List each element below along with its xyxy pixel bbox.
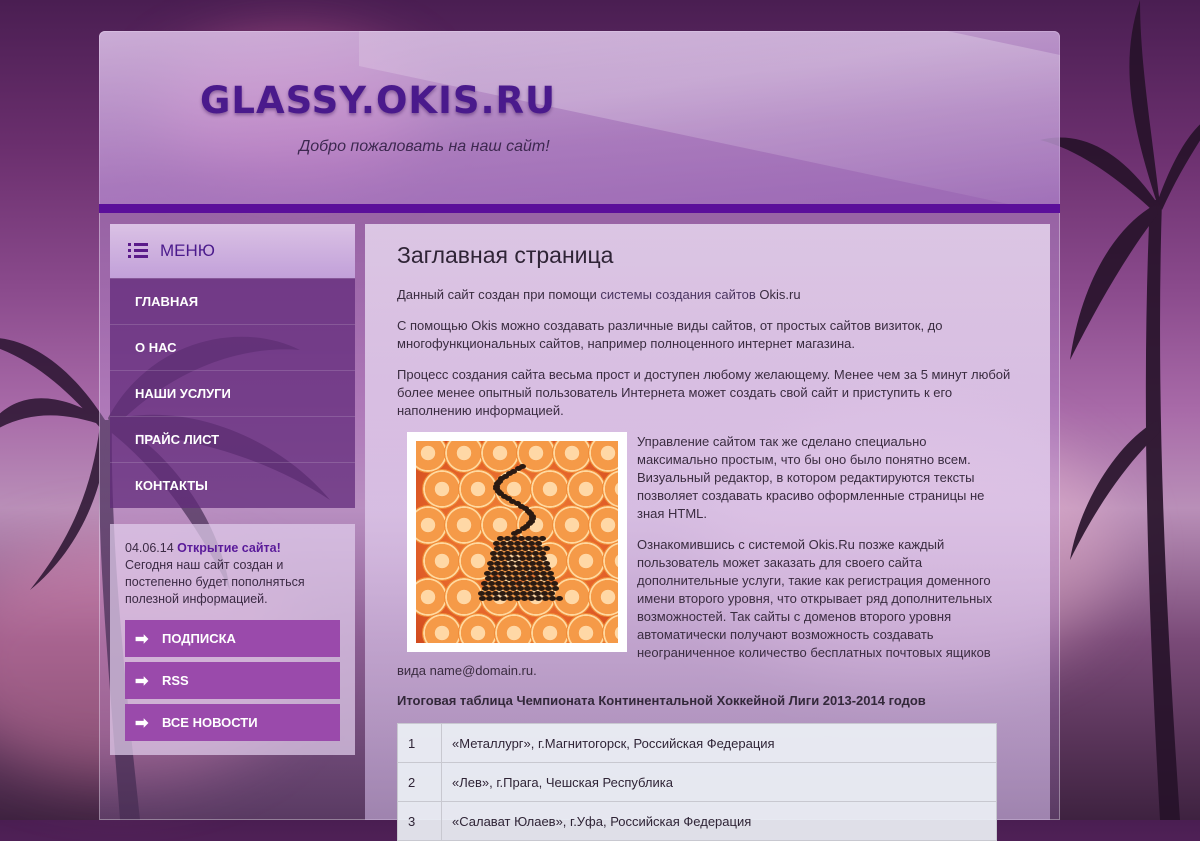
hockey-standings-table: 1 «Металлург», г.Магнитогорск, Российска…: [397, 723, 997, 841]
menu-item-contacts[interactable]: Контакты: [110, 462, 355, 508]
list-icon: [128, 243, 148, 259]
table-cell-team: «Металлург», г.Магнитогорск, Российская …: [441, 723, 997, 763]
arrow-right-icon: ➡: [135, 672, 149, 690]
news-text: Сегодня наш сайт создан и постепенно буд…: [125, 558, 305, 606]
rss-button-label: RSS: [162, 673, 189, 688]
table-cell-rank: 1: [397, 723, 442, 763]
intro-text-end: Okis.ru: [755, 287, 801, 302]
coffee-bean: [556, 596, 563, 601]
orange-slice: [530, 469, 570, 509]
orange-slice: [588, 505, 618, 545]
palm-tree-right-decoration: [1040, 0, 1200, 820]
news-date: 04.06.14: [125, 541, 174, 555]
coffee-bean: [479, 596, 486, 601]
menu-item-home[interactable]: Главная: [110, 278, 355, 324]
orange-slice: [422, 613, 462, 643]
table-cell-team: «Салават Юлаев», г.Уфа, Российская Федер…: [441, 801, 997, 841]
coffee-bean: [519, 463, 527, 469]
orange-slice: [422, 469, 462, 509]
menu-item-price-list[interactable]: Прайс лист: [110, 416, 355, 462]
table-row: 1 «Металлург», г.Магнитогорск, Российска…: [397, 723, 997, 763]
coffee-bean: [549, 596, 556, 601]
menu-item-about[interactable]: О нас: [110, 324, 355, 370]
site-builder-link[interactable]: системы создания сайтов: [600, 287, 755, 302]
orange-slice: [458, 613, 498, 643]
orange-slice: [566, 469, 606, 509]
all-news-button[interactable]: ➡ Все новости: [125, 704, 340, 741]
orange-slice: [458, 469, 498, 509]
arrow-right-icon: ➡: [135, 714, 149, 732]
menu-title: Меню: [160, 241, 215, 260]
sidebar-menu: Меню Главная О нас Наши услуги Прайс лис…: [110, 224, 355, 508]
paragraph-additional-services: Ознакомившись с системой Okis.Ru позже к…: [637, 537, 993, 660]
photo-image: [416, 441, 618, 643]
table-row: 3 «Салават Юлаев», г.Уфа, Российская Фед…: [397, 801, 997, 841]
coffee-bean: [539, 536, 546, 541]
subscribe-button[interactable]: ➡ Подписка: [125, 620, 340, 657]
orange-slice: [602, 541, 618, 581]
orange-slice: [494, 613, 534, 643]
orange-slice: [444, 577, 484, 617]
orange-slice: [566, 541, 606, 581]
table-cell-rank: 2: [397, 762, 442, 802]
header-divider: [99, 204, 1060, 213]
news-box: 04.06.14 Открытие сайта! Сегодня наш сай…: [110, 524, 355, 755]
orange-slice: [588, 441, 618, 473]
table-cell-team: «Лев», г.Прага, Чешская Республика: [441, 762, 997, 802]
orange-slice: [602, 613, 618, 643]
subscribe-button-label: Подписка: [162, 631, 236, 646]
hockey-table-title: Итоговая таблица Чемпионата Континенталь…: [397, 693, 926, 708]
paragraph-management: Управление сайтом так же сделано специал…: [637, 434, 985, 521]
coffee-bean: [542, 596, 549, 601]
orange-slice: [602, 469, 618, 509]
orange-slice: [444, 505, 484, 545]
coffee-bean: [543, 546, 550, 551]
menu-item-services[interactable]: Наши услуги: [110, 370, 355, 416]
oranges-coffee-photo: [407, 432, 627, 652]
table-cell-rank: 3: [397, 801, 442, 841]
orange-slice: [588, 577, 618, 617]
site-slogan: Добро пожаловать на наш сайт!: [299, 138, 550, 155]
coffee-bean: [521, 596, 528, 601]
coffee-bean: [493, 596, 500, 601]
page-title: Заглавная страница: [397, 242, 614, 268]
orange-slice: [530, 613, 570, 643]
coffee-bean: [552, 586, 559, 591]
site-logo[interactable]: GLASSY.OKIS.RU: [200, 79, 556, 122]
main-content: Заглавная страница Данный сайт создан пр…: [365, 224, 1050, 841]
coffee-bean: [535, 596, 542, 601]
coffee-bean: [486, 596, 493, 601]
orange-slice: [552, 505, 592, 545]
coffee-bean: [514, 596, 521, 601]
coffee-bean: [500, 596, 507, 601]
paragraph-site-types: С помощью Okis можно создавать различные…: [397, 318, 943, 351]
arrow-right-icon: ➡: [135, 630, 149, 648]
menu-header: Меню: [110, 224, 355, 278]
paragraph-email-format: вида name@domain.ru.: [397, 663, 537, 678]
news-headline-link[interactable]: Открытие сайта!: [177, 541, 281, 555]
table-row: 2 «Лев», г.Прага, Чешская Республика: [397, 762, 997, 802]
rss-button[interactable]: ➡ RSS: [125, 662, 340, 699]
paragraph-creation-process: Процесс создания сайта весьма прост и до…: [397, 367, 1011, 418]
coffee-bean: [528, 596, 535, 601]
all-news-button-label: Все новости: [162, 715, 258, 730]
intro-text: Данный сайт создан при помощи: [397, 287, 601, 302]
orange-slice: [566, 613, 606, 643]
intro-paragraph: Данный сайт создан при помощи системы со…: [397, 286, 1017, 304]
site-header: GLASSY.OKIS.RU Добро пожаловать на наш с…: [99, 31, 1060, 204]
coffee-bean: [507, 596, 514, 601]
news-item: 04.06.14 Открытие сайта! Сегодня наш сай…: [125, 540, 345, 608]
orange-slice: [422, 541, 462, 581]
